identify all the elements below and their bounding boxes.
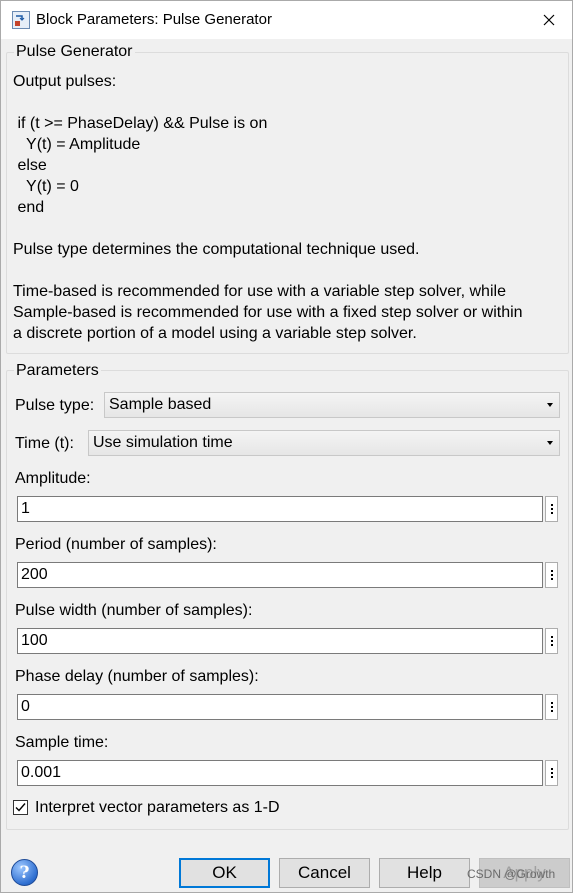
dropdown-arrow-icon bbox=[547, 403, 553, 407]
description-line: else bbox=[13, 157, 47, 174]
phase-delay-label: Phase delay (number of samples): bbox=[15, 668, 259, 685]
description-line: Y(t) = Amplitude bbox=[13, 136, 141, 153]
pulse-width-more-button[interactable] bbox=[545, 628, 558, 654]
close-button[interactable] bbox=[526, 1, 572, 39]
period-field[interactable]: 200 bbox=[17, 562, 543, 588]
sample-time-label: Sample time: bbox=[15, 734, 109, 751]
time-label: Time (t): bbox=[15, 435, 74, 452]
sample-time-more-button[interactable] bbox=[545, 760, 558, 786]
watermark-text: CSDN @Growth bbox=[467, 867, 556, 881]
cancel-button[interactable]: Cancel bbox=[279, 858, 370, 888]
close-icon bbox=[543, 14, 555, 26]
pulse-width-field[interactable]: 100 bbox=[17, 628, 543, 654]
parameters-group-title: Parameters bbox=[14, 361, 101, 381]
period-label: Period (number of samples): bbox=[15, 536, 217, 553]
dialog-window: Block Parameters: Pulse Generator Pulse … bbox=[0, 0, 573, 893]
window-title: Block Parameters: Pulse Generator bbox=[36, 11, 272, 28]
pulse-type-dropdown[interactable]: Sample based bbox=[104, 392, 560, 418]
help-icon[interactable]: ? bbox=[11, 859, 38, 886]
interpret-vector-checkbox[interactable] bbox=[13, 800, 28, 815]
amplitude-more-button[interactable] bbox=[545, 496, 558, 522]
help-button[interactable]: Help bbox=[379, 858, 470, 888]
title-bar[interactable]: Block Parameters: Pulse Generator bbox=[1, 1, 572, 39]
phase-delay-more-button[interactable] bbox=[545, 694, 558, 720]
description-line: Pulse type determines the computational … bbox=[13, 241, 420, 258]
description-line: if (t >= PhaseDelay) && Pulse is on bbox=[13, 115, 268, 132]
checkmark-icon bbox=[15, 803, 26, 812]
time-dropdown[interactable]: Use simulation time bbox=[88, 430, 560, 456]
phase-delay-field[interactable]: 0 bbox=[17, 694, 543, 720]
pulse-width-label: Pulse width (number of samples): bbox=[15, 602, 253, 619]
amplitude-label: Amplitude: bbox=[15, 470, 91, 487]
interpret-vector-label: Interpret vector parameters as 1-D bbox=[35, 799, 280, 816]
sample-time-field[interactable]: 0.001 bbox=[17, 760, 543, 786]
ok-button[interactable]: OK bbox=[179, 858, 270, 888]
amplitude-field[interactable]: 1 bbox=[17, 496, 543, 522]
pulse-type-label: Pulse type: bbox=[15, 397, 95, 414]
time-value: Use simulation time bbox=[93, 434, 233, 451]
description-line: Sample-based is recommended for use with… bbox=[13, 304, 523, 321]
description-group-title: Pulse Generator bbox=[14, 42, 135, 62]
description-line: Y(t) = 0 bbox=[13, 178, 79, 195]
description-line: Time-based is recommended for use with a… bbox=[13, 283, 506, 300]
description-line: a discrete portion of a model using a va… bbox=[13, 325, 417, 342]
dropdown-arrow-icon bbox=[547, 441, 553, 445]
description-line: Output pulses: bbox=[13, 73, 117, 90]
description-line: end bbox=[13, 199, 45, 216]
period-more-button[interactable] bbox=[545, 562, 558, 588]
simulink-block-icon bbox=[12, 11, 30, 29]
pulse-type-value: Sample based bbox=[109, 396, 212, 413]
